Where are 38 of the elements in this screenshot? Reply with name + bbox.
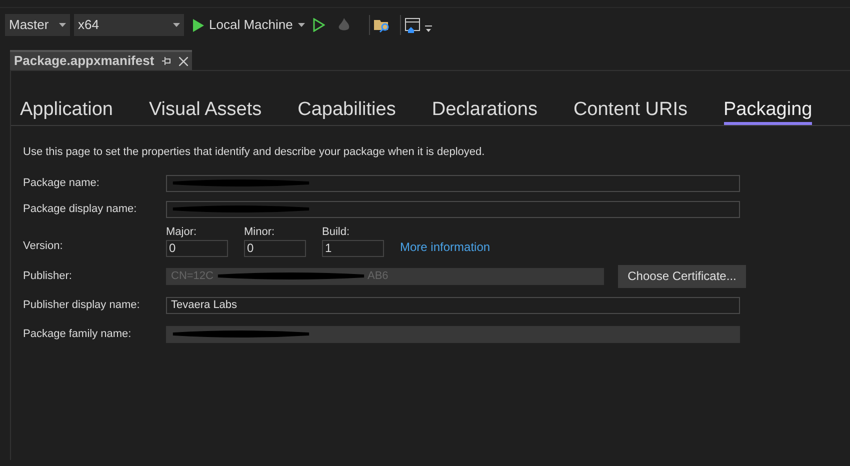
pin-icon[interactable] [162, 57, 172, 65]
caret-icon [173, 23, 180, 27]
caret-icon [298, 23, 305, 27]
number-field[interactable]: 0 [166, 240, 228, 257]
play-outline-icon[interactable] [312, 18, 325, 32]
page-tab[interactable]: Capabilities [298, 97, 396, 125]
page-tab[interactable]: Visual Assets [148, 97, 262, 125]
more-information-link[interactable]: More information [400, 238, 490, 257]
field-label: Package display name: [23, 202, 138, 217]
platform-dropdown[interactable]: x64 [74, 14, 184, 36]
number-field[interactable]: 1 [322, 240, 384, 257]
page-tab[interactable]: Declarations [432, 97, 538, 125]
field-label: Package family name: [23, 326, 132, 342]
run-button[interactable]: Local Machine [188, 14, 309, 36]
folder-search-icon[interactable] [374, 18, 390, 32]
field-label: Build: [322, 224, 351, 240]
text-field[interactable]: Tevaera Labs [166, 296, 740, 314]
text-field[interactable] [166, 174, 740, 192]
field-label: Version: [23, 238, 64, 254]
overflow-icon[interactable] [424, 25, 432, 33]
number-field[interactable]: 0 [244, 240, 306, 257]
document-tab[interactable]: Package.appxmanifest [10, 50, 192, 70]
field-label: Publisher: [23, 268, 73, 284]
window-home-icon[interactable] [404, 18, 421, 32]
close-icon[interactable] [179, 56, 188, 66]
play-icon [192, 18, 204, 32]
page-tab[interactable]: Packaging [724, 97, 812, 125]
text-field[interactable] [166, 200, 740, 218]
configuration-dropdown[interactable]: Master [5, 14, 70, 36]
field-label: Publisher display name: [23, 298, 141, 313]
page-tab[interactable]: Content URIs [573, 97, 688, 125]
field-label: Minor: [244, 224, 276, 240]
field-label: Major: [166, 224, 198, 240]
page-tab[interactable]: Application [20, 97, 113, 125]
field-label: Package name: [23, 176, 100, 191]
description-text: Use this page to set the properties that identify and describe your package when it is deployed. [23, 145, 486, 160]
field-value: Tevaera Labs [171, 298, 238, 312]
caret-icon [59, 23, 66, 27]
